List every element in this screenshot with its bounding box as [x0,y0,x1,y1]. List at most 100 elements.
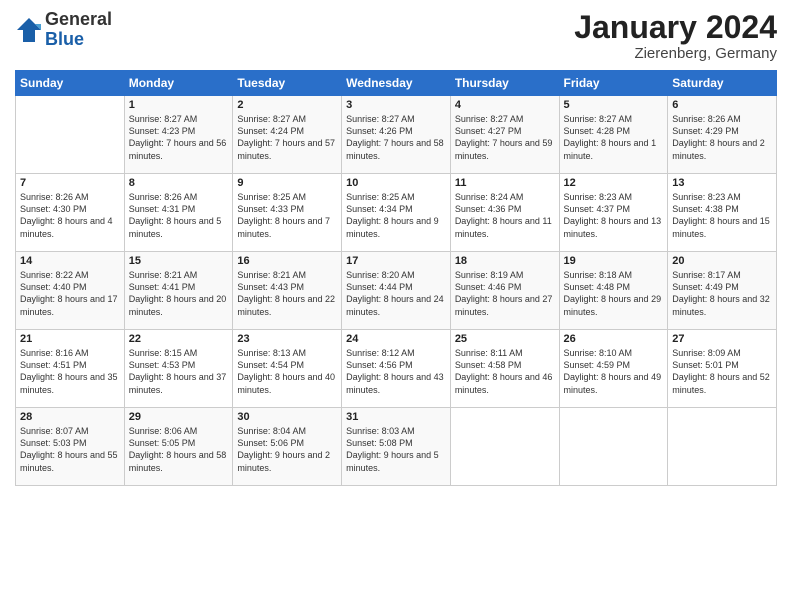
cell-info: Sunrise: 8:09 AMSunset: 5:01 PMDaylight:… [672,348,770,394]
calendar-cell: 22 Sunrise: 8:15 AMSunset: 4:53 PMDaylig… [124,330,233,408]
cell-info: Sunrise: 8:25 AMSunset: 4:34 PMDaylight:… [346,192,439,238]
title-block: January 2024 Zierenberg, Germany [574,10,777,62]
calendar-cell: 2 Sunrise: 8:27 AMSunset: 4:24 PMDayligh… [233,96,342,174]
day-number: 7 [20,177,120,189]
day-number: 6 [672,99,772,111]
calendar-cell [16,96,125,174]
calendar-cell: 5 Sunrise: 8:27 AMSunset: 4:28 PMDayligh… [559,96,668,174]
logo: General Blue [15,10,112,50]
day-number: 31 [346,411,446,423]
calendar-cell: 1 Sunrise: 8:27 AMSunset: 4:23 PMDayligh… [124,96,233,174]
day-number: 4 [455,99,555,111]
cell-info: Sunrise: 8:22 AMSunset: 4:40 PMDaylight:… [20,270,118,316]
cell-info: Sunrise: 8:20 AMSunset: 4:44 PMDaylight:… [346,270,444,316]
cell-info: Sunrise: 8:10 AMSunset: 4:59 PMDaylight:… [564,348,662,394]
calendar-cell: 10 Sunrise: 8:25 AMSunset: 4:34 PMDaylig… [342,174,451,252]
calendar-week-row: 28 Sunrise: 8:07 AMSunset: 5:03 PMDaylig… [16,408,777,486]
calendar-cell [668,408,777,486]
calendar-cell [450,408,559,486]
day-number: 5 [564,99,664,111]
cell-info: Sunrise: 8:03 AMSunset: 5:08 PMDaylight:… [346,426,439,472]
cell-info: Sunrise: 8:26 AMSunset: 4:29 PMDaylight:… [672,114,765,160]
logo-text: General Blue [45,10,112,50]
day-number: 27 [672,333,772,345]
cell-info: Sunrise: 8:25 AMSunset: 4:33 PMDaylight:… [237,192,330,238]
calendar-cell: 24 Sunrise: 8:12 AMSunset: 4:56 PMDaylig… [342,330,451,408]
day-number: 17 [346,255,446,267]
cell-info: Sunrise: 8:24 AMSunset: 4:36 PMDaylight:… [455,192,552,238]
day-number: 8 [129,177,229,189]
calendar-cell [559,408,668,486]
weekday-header-monday: Monday [124,71,233,96]
day-number: 14 [20,255,120,267]
cell-info: Sunrise: 8:15 AMSunset: 4:53 PMDaylight:… [129,348,227,394]
cell-info: Sunrise: 8:18 AMSunset: 4:48 PMDaylight:… [564,270,662,316]
calendar-cell: 31 Sunrise: 8:03 AMSunset: 5:08 PMDaylig… [342,408,451,486]
calendar-week-row: 1 Sunrise: 8:27 AMSunset: 4:23 PMDayligh… [16,96,777,174]
weekday-header-friday: Friday [559,71,668,96]
day-number: 12 [564,177,664,189]
day-number: 20 [672,255,772,267]
page-header: General Blue January 2024 Zierenberg, Ge… [15,10,777,62]
weekday-header-sunday: Sunday [16,71,125,96]
calendar-cell: 19 Sunrise: 8:18 AMSunset: 4:48 PMDaylig… [559,252,668,330]
weekday-header-row: SundayMondayTuesdayWednesdayThursdayFrid… [16,71,777,96]
calendar-cell: 17 Sunrise: 8:20 AMSunset: 4:44 PMDaylig… [342,252,451,330]
logo-icon [15,16,43,44]
calendar-cell: 23 Sunrise: 8:13 AMSunset: 4:54 PMDaylig… [233,330,342,408]
month-title: January 2024 [574,10,777,45]
day-number: 16 [237,255,337,267]
weekday-header-tuesday: Tuesday [233,71,342,96]
calendar-cell: 6 Sunrise: 8:26 AMSunset: 4:29 PMDayligh… [668,96,777,174]
calendar-cell: 16 Sunrise: 8:21 AMSunset: 4:43 PMDaylig… [233,252,342,330]
cell-info: Sunrise: 8:19 AMSunset: 4:46 PMDaylight:… [455,270,553,316]
day-number: 3 [346,99,446,111]
calendar-cell: 20 Sunrise: 8:17 AMSunset: 4:49 PMDaylig… [668,252,777,330]
day-number: 22 [129,333,229,345]
cell-info: Sunrise: 8:12 AMSunset: 4:56 PMDaylight:… [346,348,444,394]
day-number: 26 [564,333,664,345]
day-number: 30 [237,411,337,423]
day-number: 29 [129,411,229,423]
calendar-cell: 15 Sunrise: 8:21 AMSunset: 4:41 PMDaylig… [124,252,233,330]
cell-info: Sunrise: 8:16 AMSunset: 4:51 PMDaylight:… [20,348,118,394]
day-number: 25 [455,333,555,345]
cell-info: Sunrise: 8:23 AMSunset: 4:37 PMDaylight:… [564,192,662,238]
calendar-cell: 18 Sunrise: 8:19 AMSunset: 4:46 PMDaylig… [450,252,559,330]
day-number: 28 [20,411,120,423]
cell-info: Sunrise: 8:11 AMSunset: 4:58 PMDaylight:… [455,348,553,394]
weekday-header-wednesday: Wednesday [342,71,451,96]
day-number: 2 [237,99,337,111]
calendar-cell: 8 Sunrise: 8:26 AMSunset: 4:31 PMDayligh… [124,174,233,252]
cell-info: Sunrise: 8:27 AMSunset: 4:24 PMDaylight:… [237,114,335,160]
calendar-cell: 29 Sunrise: 8:06 AMSunset: 5:05 PMDaylig… [124,408,233,486]
day-number: 15 [129,255,229,267]
weekday-header-thursday: Thursday [450,71,559,96]
cell-info: Sunrise: 8:06 AMSunset: 5:05 PMDaylight:… [129,426,227,472]
calendar-week-row: 7 Sunrise: 8:26 AMSunset: 4:30 PMDayligh… [16,174,777,252]
cell-info: Sunrise: 8:21 AMSunset: 4:43 PMDaylight:… [237,270,335,316]
calendar-cell: 26 Sunrise: 8:10 AMSunset: 4:59 PMDaylig… [559,330,668,408]
day-number: 24 [346,333,446,345]
calendar-cell: 4 Sunrise: 8:27 AMSunset: 4:27 PMDayligh… [450,96,559,174]
calendar-cell: 3 Sunrise: 8:27 AMSunset: 4:26 PMDayligh… [342,96,451,174]
day-number: 23 [237,333,337,345]
calendar-cell: 21 Sunrise: 8:16 AMSunset: 4:51 PMDaylig… [16,330,125,408]
calendar-week-row: 14 Sunrise: 8:22 AMSunset: 4:40 PMDaylig… [16,252,777,330]
cell-info: Sunrise: 8:27 AMSunset: 4:27 PMDaylight:… [455,114,553,160]
cell-info: Sunrise: 8:17 AMSunset: 4:49 PMDaylight:… [672,270,770,316]
calendar-cell: 12 Sunrise: 8:23 AMSunset: 4:37 PMDaylig… [559,174,668,252]
calendar-cell: 11 Sunrise: 8:24 AMSunset: 4:36 PMDaylig… [450,174,559,252]
calendar-cell: 14 Sunrise: 8:22 AMSunset: 4:40 PMDaylig… [16,252,125,330]
day-number: 10 [346,177,446,189]
cell-info: Sunrise: 8:26 AMSunset: 4:31 PMDaylight:… [129,192,222,238]
day-number: 13 [672,177,772,189]
cell-info: Sunrise: 8:26 AMSunset: 4:30 PMDaylight:… [20,192,113,238]
day-number: 21 [20,333,120,345]
calendar-table: SundayMondayTuesdayWednesdayThursdayFrid… [15,70,777,486]
calendar-cell: 7 Sunrise: 8:26 AMSunset: 4:30 PMDayligh… [16,174,125,252]
calendar-cell: 9 Sunrise: 8:25 AMSunset: 4:33 PMDayligh… [233,174,342,252]
calendar-cell: 25 Sunrise: 8:11 AMSunset: 4:58 PMDaylig… [450,330,559,408]
weekday-header-saturday: Saturday [668,71,777,96]
location-subtitle: Zierenberg, Germany [574,45,777,62]
